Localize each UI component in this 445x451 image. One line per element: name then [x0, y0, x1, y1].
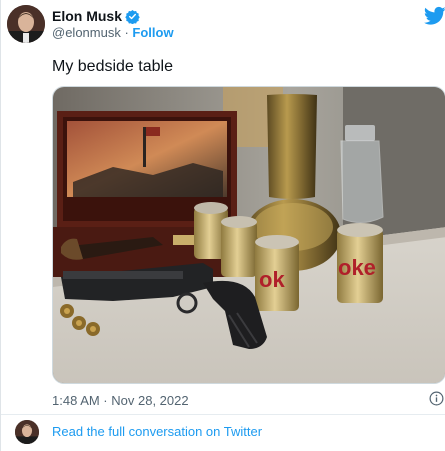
svg-text:ok: ok [259, 267, 285, 292]
author-display-name[interactable]: Elon Musk [52, 8, 122, 24]
info-icon[interactable] [429, 391, 444, 406]
read-full-conversation-link[interactable]: Read the full conversation on Twitter [52, 424, 262, 439]
footer-author-avatar [15, 420, 39, 444]
footer-divider [1, 414, 445, 415]
twitter-bird-icon[interactable] [423, 6, 445, 26]
author-avatar[interactable] [7, 5, 45, 43]
embedded-tweet-card: Elon Musk @elonmusk · Follow My bedside … [0, 0, 445, 451]
handle-separator: · [120, 25, 133, 40]
svg-text:oke: oke [338, 255, 376, 280]
tweet-text: My bedside table [52, 58, 173, 75]
verified-badge-icon [125, 9, 140, 24]
author-handle[interactable]: @elonmusk [52, 25, 121, 40]
tweet-photo[interactable]: ok oke [52, 86, 445, 384]
author-handle-row: @elonmusk · Follow [52, 25, 174, 40]
author-name-row: Elon Musk [52, 7, 140, 25]
follow-link[interactable]: Follow [132, 25, 173, 40]
tweet-timestamp[interactable]: 1:48 AM · Nov 28, 2022 [52, 393, 189, 408]
